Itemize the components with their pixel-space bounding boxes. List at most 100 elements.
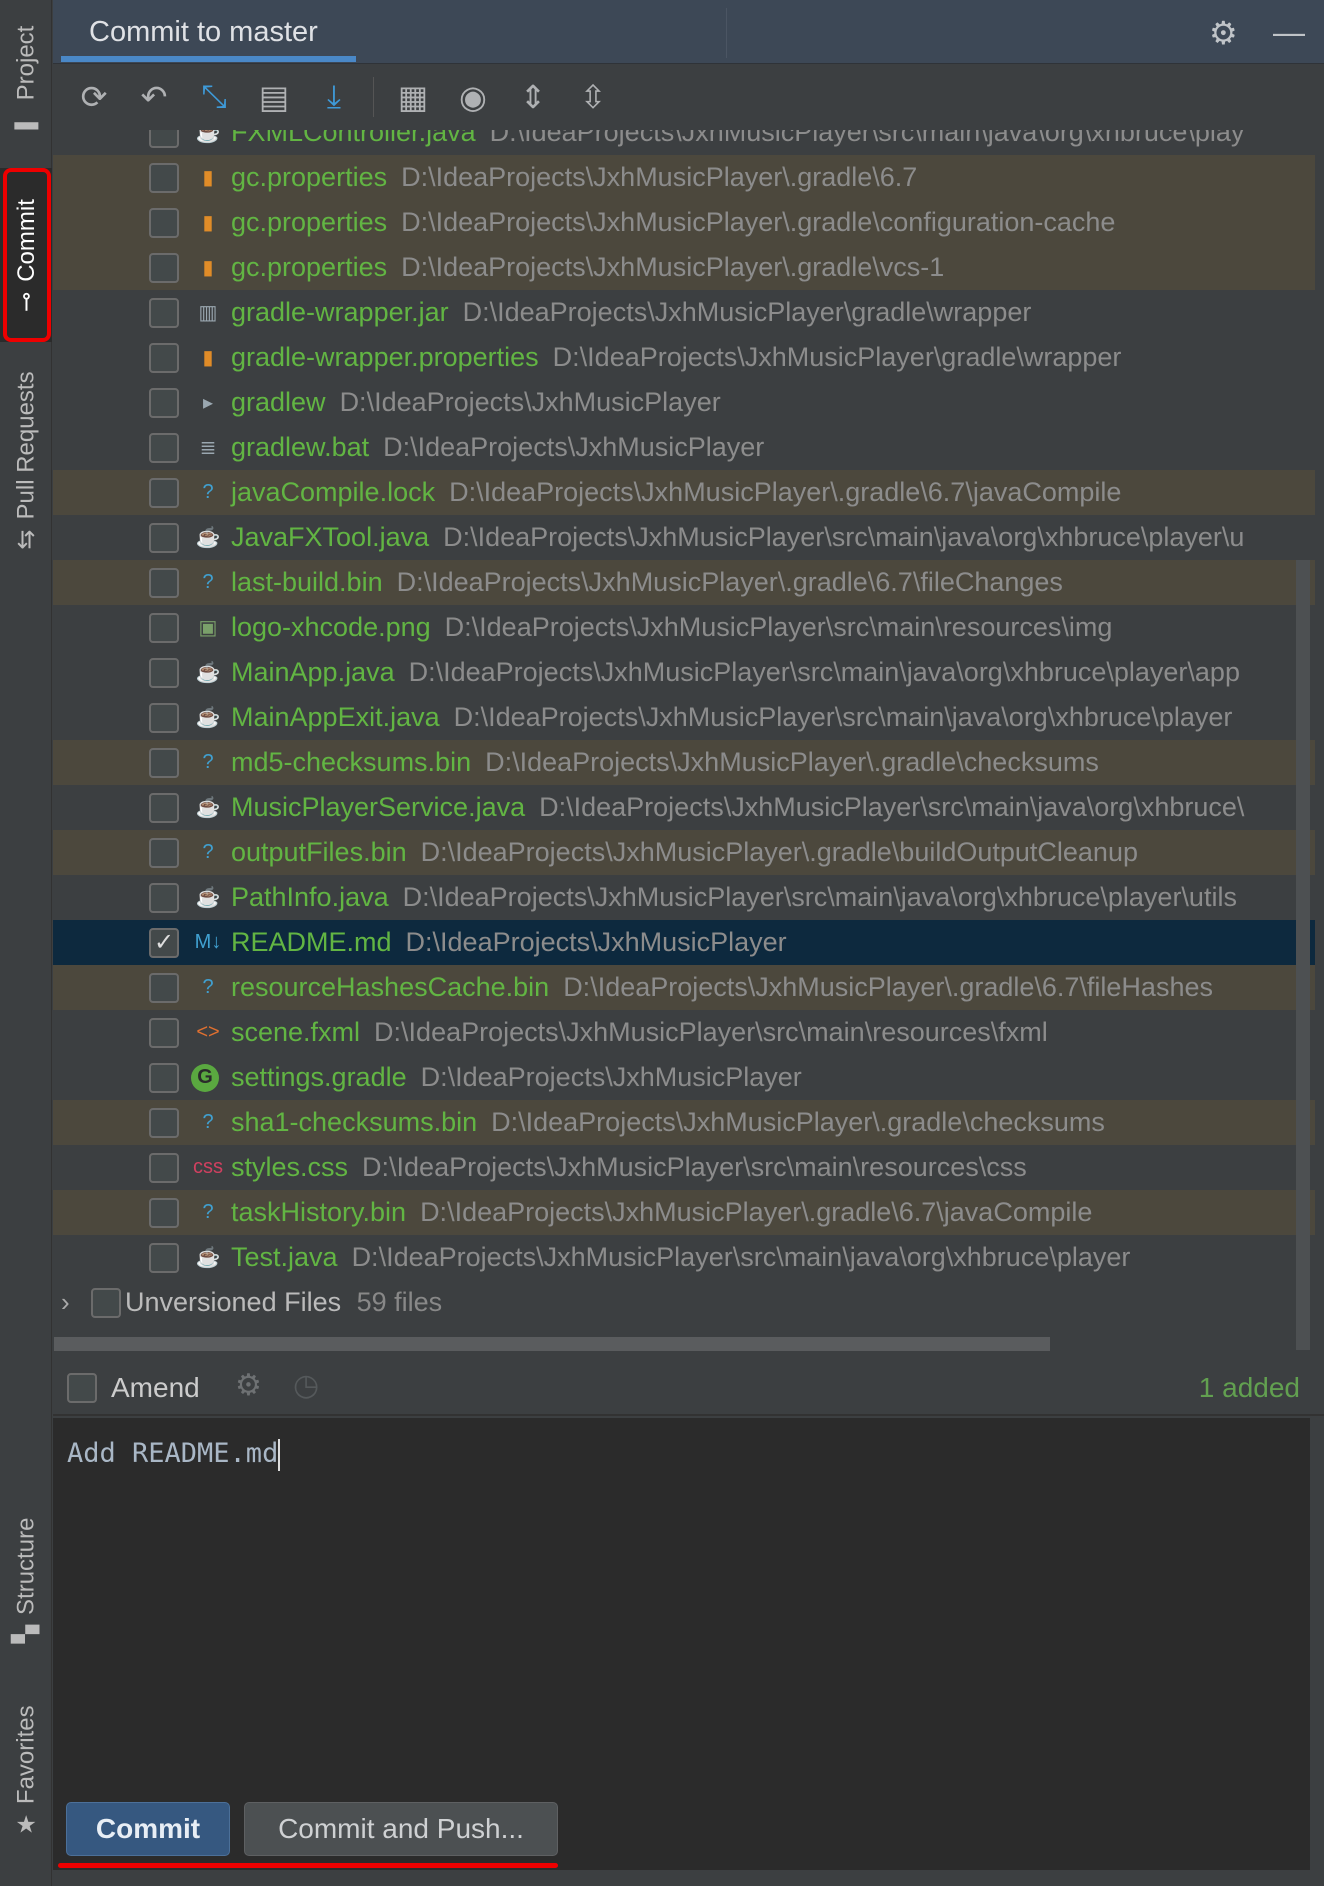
sidebar-tab-favorites[interactable]: ★ Favorites (0, 1690, 52, 1850)
file-row[interactable]: ▣ logo-xhcode.png D:\IdeaProjects\JxhMusi… (53, 605, 1315, 650)
sidebar-tab-structure[interactable]: ▚ Structure (0, 1500, 52, 1660)
file-checkbox[interactable] (149, 342, 179, 373)
refresh-icon[interactable]: ⟳ (67, 72, 121, 122)
commit-message-editor[interactable]: Add README.md (53, 1418, 1310, 1870)
unversioned-files-node[interactable]: › Unversioned Files 59 files (53, 1280, 1315, 1320)
file-checkbox[interactable] (149, 567, 179, 598)
header-divider (726, 8, 727, 58)
sidebar-tab-project[interactable]: ▬ Project (0, 10, 52, 150)
vertical-scrollbar[interactable] (1296, 560, 1310, 1350)
unknown-file-icon: ? (202, 571, 214, 593)
collapse-all-icon[interactable]: ⇳ (566, 72, 620, 122)
file-checkbox[interactable] (149, 297, 179, 328)
expand-all-icon[interactable]: ⇕ (506, 72, 560, 122)
file-checkbox[interactable] (149, 207, 179, 238)
file-row[interactable]: ☕ JavaFXTool.java D:\IdeaProjects\JxhMusi… (53, 515, 1315, 560)
file-checkbox[interactable] (149, 882, 179, 913)
view-options-icon[interactable]: ◉ (446, 72, 500, 122)
file-path: D:\IdeaProjects\JxhMusicPlayer\.gradle\6… (401, 162, 918, 192)
file-row[interactable]: ? resourceHashesCache.bin D:\IdeaProjects… (53, 965, 1315, 1010)
markdown-file-icon: M↓ (194, 931, 222, 953)
file-row[interactable]: ▮ gc.properties D:\IdeaProjects\JxhMusicP… (53, 245, 1315, 290)
file-checkbox[interactable] (149, 252, 179, 283)
file-checkbox[interactable] (149, 972, 179, 1003)
properties-file-icon: ▮ (202, 167, 214, 189)
file-checkbox[interactable] (149, 1017, 179, 1048)
file-checkbox[interactable] (149, 1107, 179, 1138)
file-row[interactable]: css styles.css D:\IdeaProjects\JxhMusicPl… (53, 1145, 1315, 1190)
file-row[interactable]: ? javaCompile.lock D:\IdeaProjects\JxhMus… (53, 470, 1315, 515)
horizontal-scrollbar[interactable] (54, 1337, 1050, 1351)
tool-window-header: Commit to master ⚙ — (53, 0, 1324, 64)
changes-status: 1 added (1198, 1372, 1300, 1403)
file-row[interactable]: <> scene.fxml D:\IdeaProjects\JxhMusicPla… (53, 1010, 1315, 1055)
history-icon[interactable]: ◷ (293, 1368, 319, 1403)
properties-file-icon: ▮ (202, 212, 214, 234)
file-row[interactable]: ≣ gradlew.bat D:\IdeaProjects\JxhMusicPla… (53, 425, 1315, 470)
file-checkbox[interactable] (149, 612, 179, 643)
file-checkbox[interactable] (149, 1152, 179, 1183)
file-row[interactable]: ▸ gradlew D:\IdeaProjects\JxhMusicPlayer (53, 380, 1315, 425)
chevron-right-icon[interactable]: › (61, 1287, 70, 1318)
file-row[interactable]: ? sha1-checksums.bin D:\IdeaProjects\JxhM… (53, 1100, 1315, 1145)
changes-tree[interactable]: ☕ FXMLController.java D:\IdeaProjects\Jxh… (53, 130, 1315, 1320)
commit-message-text[interactable]: Add README.md (67, 1438, 278, 1469)
shelve-icon[interactable]: ▤ (247, 72, 301, 122)
file-row[interactable]: ☕ MusicPlayerService.java D:\IdeaProjects… (53, 785, 1315, 830)
gradle-file-icon: G (191, 1063, 219, 1092)
amend-checkbox[interactable] (67, 1373, 97, 1403)
text-caret (278, 1438, 281, 1471)
commit-button[interactable]: Commit (66, 1802, 230, 1856)
file-name: sha1-checksums.bin (231, 1107, 478, 1137)
file-row[interactable]: ☕ MainAppExit.java D:\IdeaProjects\JxhMus… (53, 695, 1315, 740)
file-checkbox[interactable] (149, 432, 179, 463)
file-row[interactable]: ☕ MainApp.java D:\IdeaProjects\JxhMusicPl… (53, 650, 1315, 695)
file-checkbox[interactable] (149, 477, 179, 508)
file-checkbox[interactable] (149, 1062, 179, 1093)
java-file-icon: ☕ (195, 130, 221, 144)
file-row[interactable]: ? taskHistory.bin D:\IdeaProjects\JxhMusi… (53, 1190, 1315, 1235)
file-checkbox[interactable] (149, 792, 179, 823)
file-checkbox[interactable] (149, 1242, 179, 1273)
file-row[interactable]: ▮ gc.properties D:\IdeaProjects\JxhMusicP… (53, 200, 1315, 245)
unknown-file-icon: ? (202, 1201, 214, 1223)
tab-commit-to-master[interactable]: Commit to master (89, 16, 318, 49)
file-row[interactable]: ▥ gradle-wrapper.jar D:\IdeaProjects\JxhM… (53, 290, 1315, 335)
show-diff-icon[interactable]: ⤡ (187, 72, 241, 122)
unversioned-checkbox[interactable] (91, 1287, 121, 1318)
java-file-icon: ☕ (195, 707, 221, 729)
file-checkbox[interactable] (149, 1197, 179, 1228)
file-name: MainApp.java (231, 657, 395, 687)
file-checkbox[interactable] (149, 702, 179, 733)
file-row[interactable]: G settings.gradle D:\IdeaProjects\JxhMusi… (53, 1055, 1315, 1100)
sidebar-tab-pull-requests[interactable]: ⇆ Pull Requests (0, 355, 52, 565)
file-checkbox[interactable] (149, 387, 179, 418)
java-file-icon: ☕ (195, 527, 221, 549)
file-name: gradle-wrapper.properties (231, 342, 539, 372)
unknown-file-icon: ? (202, 481, 214, 503)
gear-icon[interactable]: ⚙ (1209, 14, 1238, 52)
file-checkbox[interactable] (149, 657, 179, 688)
file-checkbox[interactable]: ✓ (149, 927, 179, 958)
file-checkbox[interactable] (149, 130, 179, 148)
gear-icon[interactable]: ⚙ (235, 1368, 262, 1403)
file-path: D:\IdeaProjects\JxhMusicPlayer\.gradle\6… (449, 477, 1122, 507)
file-row[interactable]: ? outputFiles.bin D:\IdeaProjects\JxhMusi… (53, 830, 1315, 875)
minimize-icon[interactable]: — (1273, 14, 1305, 51)
rollback-icon[interactable]: ↶ (127, 72, 181, 122)
file-row[interactable]: ✓ M↓ README.md D:\IdeaProjects\JxhMusicPl… (53, 920, 1315, 965)
file-row[interactable]: ▮ gradle-wrapper.properties D:\IdeaProjec… (53, 335, 1315, 380)
file-row[interactable]: ? md5-checksums.bin D:\IdeaProjects\JxhMu… (53, 740, 1315, 785)
file-checkbox[interactable] (149, 162, 179, 193)
file-checkbox[interactable] (149, 837, 179, 868)
file-row[interactable]: ? last-build.bin D:\IdeaProjects\JxhMusic… (53, 560, 1315, 605)
file-checkbox[interactable] (149, 522, 179, 553)
file-row[interactable]: ▮ gc.properties D:\IdeaProjects\JxhMusicP… (53, 155, 1315, 200)
file-row[interactable]: ☕ PathInfo.java D:\IdeaProjects\JxhMusicP… (53, 875, 1315, 920)
file-row[interactable]: ☕ Test.java D:\IdeaProjects\JxhMusicPlaye… (53, 1235, 1315, 1280)
file-row[interactable]: ☕ FXMLController.java D:\IdeaProjects\Jxh… (53, 130, 1315, 155)
file-checkbox[interactable] (149, 747, 179, 778)
commit-and-push-button[interactable]: Commit and Push... (244, 1802, 558, 1856)
update-icon[interactable]: ⤓ (307, 72, 361, 122)
group-by-icon[interactable]: ▦ (386, 72, 440, 122)
